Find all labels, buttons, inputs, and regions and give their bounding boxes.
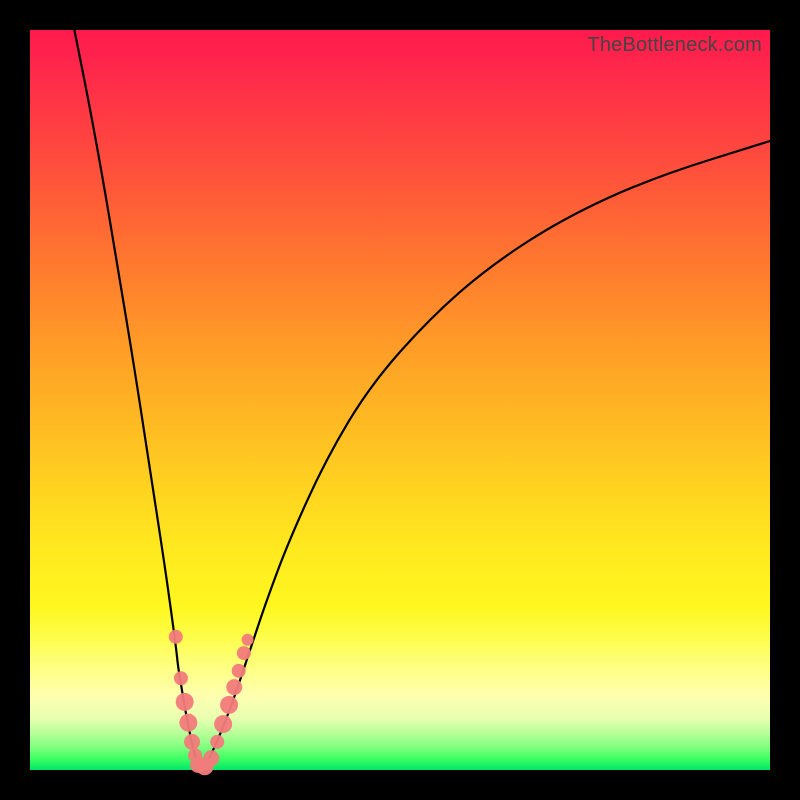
marker-right-dot-2 bbox=[214, 715, 232, 733]
marker-right-dot-5 bbox=[232, 664, 246, 678]
marker-left-dot-2 bbox=[174, 671, 188, 685]
marker-right-dot-7 bbox=[242, 634, 254, 646]
marker-right-dot-4 bbox=[226, 679, 242, 695]
curve-right-branch bbox=[202, 141, 770, 770]
marker-right-dot-6 bbox=[237, 646, 251, 660]
chart-frame: TheBottleneck.com bbox=[0, 0, 800, 800]
marker-left-dot-1 bbox=[169, 630, 183, 644]
curve-left-branch bbox=[74, 30, 201, 770]
plot-area: TheBottleneck.com bbox=[30, 30, 770, 770]
marker-right-dot-3 bbox=[220, 696, 238, 714]
marker-bottom-dot-3 bbox=[203, 750, 219, 766]
marker-right-dot-1 bbox=[210, 735, 224, 749]
marker-left-dot-4 bbox=[179, 714, 197, 732]
curve-layer bbox=[30, 30, 770, 770]
marker-left-dot-3 bbox=[176, 693, 194, 711]
marker-left-dot-5 bbox=[184, 734, 200, 750]
